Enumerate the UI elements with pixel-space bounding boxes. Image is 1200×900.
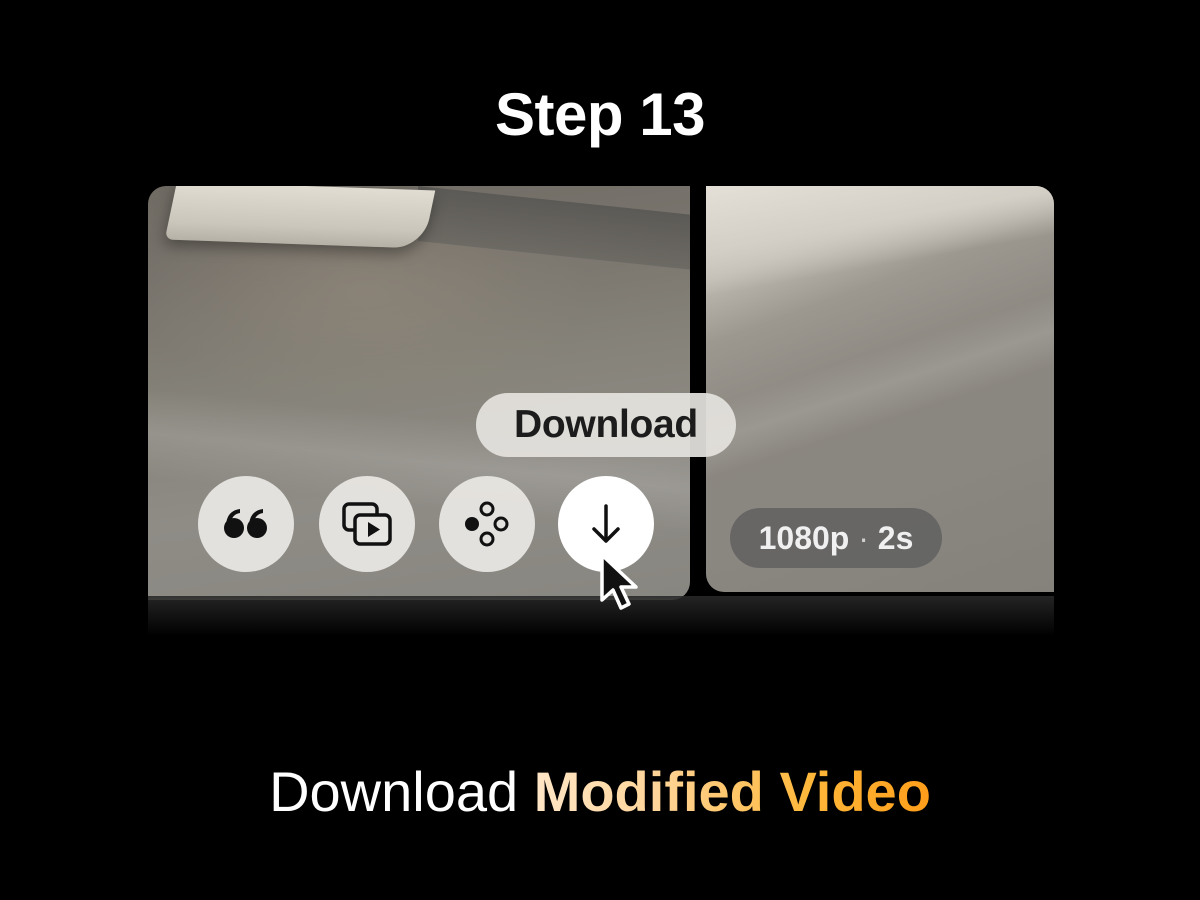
tutorial-slide: Step 13 Download 1080p · 2s Download Mod… xyxy=(0,0,1200,900)
slide-caption: Download Modified Video xyxy=(0,752,1200,832)
video-info-badge: 1080p · 2s xyxy=(730,508,942,568)
caption-plain: Download xyxy=(269,760,534,823)
bed-wall xyxy=(418,186,690,271)
preview-button[interactable] xyxy=(319,476,415,572)
bed-headboard xyxy=(706,186,1054,296)
download-tooltip: Download xyxy=(476,393,736,457)
resolution-label: 1080p xyxy=(758,520,850,556)
media-playlist-icon xyxy=(341,501,393,547)
effects-button[interactable] xyxy=(439,476,535,572)
bed-pillow xyxy=(164,186,436,249)
badge-separator: · xyxy=(858,520,878,556)
caption-accent: Modified Video xyxy=(533,760,931,823)
arrow-down-icon xyxy=(589,502,623,546)
step-title: Step 13 xyxy=(495,81,705,148)
mouse-pointer-icon xyxy=(598,552,646,614)
quote-button[interactable] xyxy=(198,476,294,572)
sheet-crease xyxy=(706,282,1054,480)
quote-icon xyxy=(222,507,270,541)
circles-cluster-icon xyxy=(462,499,512,549)
duration-label: 2s xyxy=(877,520,914,556)
